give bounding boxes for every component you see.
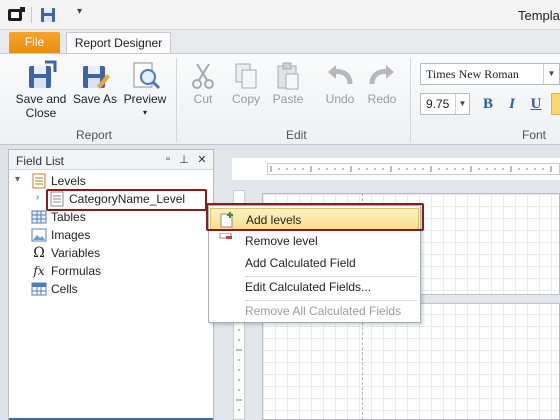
copy-button[interactable]: Copy — [228, 60, 264, 106]
tree-item-label: Variables — [51, 246, 101, 260]
save-and-close-label-1: Save and — [15, 92, 67, 106]
paste-icon — [277, 62, 299, 90]
underline-button[interactable]: U — [527, 95, 545, 113]
tab-report-designer[interactable]: Report Designer — [66, 32, 171, 54]
title-bar: ▾ Templat — [0, 0, 560, 30]
cut-button[interactable]: Cut — [186, 60, 220, 106]
menu-item-edit-calculated-fields[interactable]: Edit Calculated Fields... — [210, 276, 419, 298]
save-close-icon — [29, 60, 57, 88]
highlight-frame-categoryname — [46, 189, 207, 211]
menu-item-label: Add Calculated Field — [245, 256, 356, 270]
cut-label: Cut — [193, 92, 213, 106]
menu-item-label: Remove level — [245, 234, 318, 248]
tree-item-label: Cells — [51, 282, 78, 296]
preview-icon — [133, 62, 161, 90]
images-icon — [31, 228, 47, 242]
ribbon-separator — [410, 58, 411, 142]
top-ruler — [267, 163, 560, 175]
font-name-value: Times New Roman — [426, 67, 519, 81]
save-and-close-button[interactable]: Save and Close — [14, 60, 68, 120]
font-size-combo[interactable]: 9.75 ▼ — [420, 93, 470, 115]
save-icon[interactable] — [40, 7, 56, 23]
field-list-title: Field List — [16, 154, 65, 168]
tree-item-label: Images — [51, 228, 91, 242]
bold-button[interactable]: B — [479, 95, 497, 113]
tree-item-label: Levels — [51, 174, 86, 188]
ribbon-tab-row: File Report Designer — [0, 30, 560, 54]
menu-item-add-calculated-field[interactable]: Add Calculated Field — [210, 252, 419, 274]
remove-level-icon — [219, 233, 232, 239]
undo-label: Undo — [325, 92, 355, 106]
copy-icon — [235, 63, 257, 89]
fx-icon: fx — [33, 264, 45, 278]
chevron-down-icon[interactable]: ▼ — [455, 94, 469, 114]
cut-icon — [192, 63, 214, 89]
undo-button[interactable]: Undo — [322, 60, 358, 106]
font-name-combo[interactable]: Times New Roman ▼ — [420, 63, 560, 85]
preview-label: Preview — [123, 92, 167, 106]
ribbon-separator — [176, 58, 177, 142]
highlight-frame-add-levels — [206, 203, 424, 231]
edit-group-label: Edit — [286, 128, 307, 142]
expand-icon[interactable]: › — [36, 192, 39, 203]
chevron-down-icon[interactable]: ▼ — [543, 64, 559, 84]
italic-button[interactable]: I — [503, 95, 521, 113]
qat-customize-dropdown[interactable]: ▾ — [77, 6, 82, 17]
tree-item-label: Formulas — [51, 264, 102, 278]
menu-item-label: Edit Calculated Fields... — [245, 280, 372, 294]
save-as-button[interactable]: Save As — [72, 60, 118, 106]
app-icon[interactable] — [8, 7, 25, 22]
close-icon[interactable]: ✕ — [195, 153, 209, 166]
preview-button[interactable]: Preview ▾ — [122, 60, 168, 120]
qat-separator — [31, 7, 32, 23]
levels-icon — [32, 173, 46, 189]
font-group-label: Font — [522, 128, 547, 142]
font-size-value: 9.75 — [426, 97, 450, 111]
collapse-icon[interactable]: ▾ — [15, 174, 20, 185]
paste-label: Paste — [272, 92, 304, 106]
redo-icon — [369, 65, 394, 85]
preview-dropdown-icon: ▾ — [142, 108, 147, 117]
undo-icon — [328, 65, 353, 85]
redo-button[interactable]: Redo — [364, 60, 400, 106]
copy-label: Copy — [231, 92, 260, 106]
field-list-header: Field List ▫ ⊥ ✕ — [9, 150, 213, 170]
window-title: Templat — [518, 8, 560, 23]
tab-file[interactable]: File — [9, 32, 60, 53]
menu-item-remove-level[interactable]: Remove level — [210, 230, 419, 252]
redo-label: Redo — [367, 92, 397, 106]
report-group-label: Report — [76, 128, 113, 142]
omega-icon: Ω — [33, 245, 45, 261]
tables-icon — [31, 210, 47, 224]
save-as-icon — [83, 66, 110, 89]
save-and-close-label-2: Close — [25, 106, 57, 120]
menu-item-label: Remove All Calculated Fields — [245, 304, 402, 318]
menu-item-remove-all-calculated-fields: Remove All Calculated Fields — [210, 300, 419, 322]
window-position-icon[interactable]: ▫ — [161, 153, 175, 165]
align-left-button[interactable] — [551, 93, 560, 115]
pin-icon[interactable]: ⊥ — [177, 153, 191, 166]
cells-icon — [31, 282, 47, 296]
save-as-label: Save As — [72, 92, 118, 106]
paste-button[interactable]: Paste — [270, 60, 306, 106]
